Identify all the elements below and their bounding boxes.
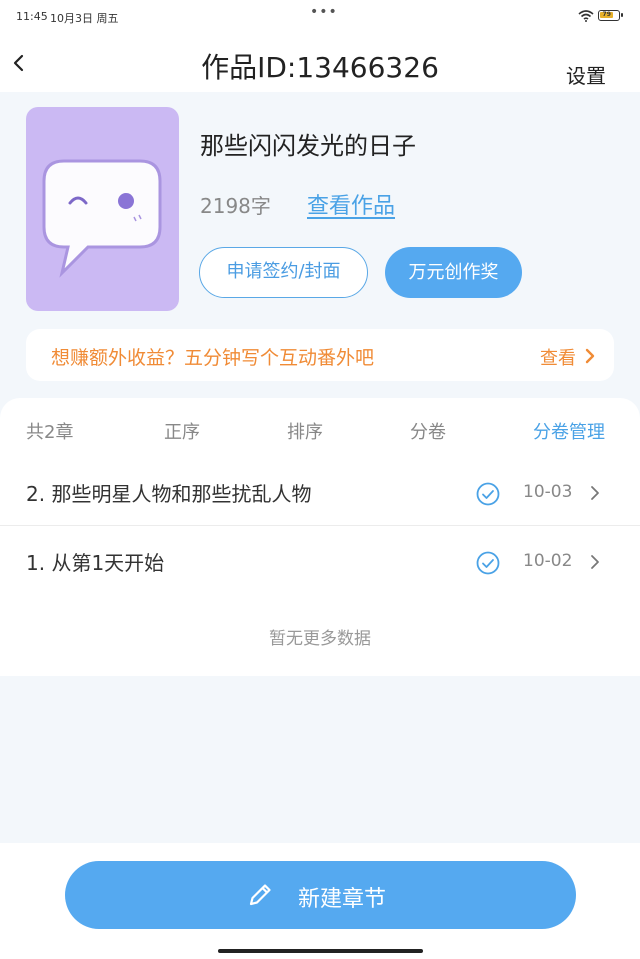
chevron-right-icon: [591, 486, 599, 500]
status-date: 10月3日 周五: [50, 12, 119, 25]
chapter-date: 10-02: [523, 551, 573, 571]
chat-bubble-icon: [42, 159, 162, 278]
status-time: 11:45: [16, 10, 48, 23]
battery-icon: 79: [598, 10, 623, 21]
chapter-title: 1. 从第1天开始: [26, 551, 165, 575]
creation-award-button[interactable]: 万元创作奖: [385, 247, 522, 298]
promo-view-label[interactable]: 查看: [540, 344, 576, 370]
chapter-date: 10-03: [523, 482, 573, 502]
tab-volume[interactable]: 分卷: [410, 418, 446, 444]
new-chapter-button[interactable]: 新建章节: [65, 861, 576, 929]
page-title: 作品ID:13466326: [201, 51, 439, 84]
chapter-panel: 共2章 正序 排序 分卷 分卷管理 2. 那些明星人物和那些扰乱人物 10-03…: [0, 398, 640, 676]
work-title: 那些闪闪发光的日子: [200, 132, 416, 160]
view-work-link[interactable]: 查看作品: [307, 188, 395, 220]
home-indicator[interactable]: [218, 949, 423, 953]
header: 作品ID:13466326 设置: [0, 34, 640, 92]
chapter-row[interactable]: 2. 那些明星人物和那些扰乱人物 10-03: [0, 460, 640, 526]
tab-ascending-order[interactable]: 正序: [164, 418, 200, 444]
check-circle-icon: [476, 551, 500, 575]
battery-level: 79: [600, 12, 614, 18]
more-dots-icon: •••: [310, 4, 338, 20]
new-chapter-label: 新建章节: [298, 887, 387, 912]
chapter-title: 2. 那些明星人物和那些扰乱人物: [26, 482, 312, 506]
bottom-bar: 新建章节: [0, 843, 640, 959]
chevron-right-icon: [585, 348, 595, 364]
no-more-data-text: 暂无更多数据: [269, 629, 371, 649]
tab-volume-management[interactable]: 分卷管理: [533, 418, 605, 444]
chapter-count: 共2章: [26, 422, 74, 443]
promo-text: 想赚额外收益？五分钟写个互动番外吧: [51, 347, 375, 369]
tab-sort[interactable]: 排序: [287, 418, 323, 444]
chapter-row[interactable]: 1. 从第1天开始 10-02: [0, 529, 640, 595]
check-circle-icon: [476, 482, 500, 506]
settings-button[interactable]: 设置: [566, 60, 606, 89]
work-cover[interactable]: [26, 107, 179, 311]
wifi-icon: [578, 10, 594, 22]
word-count: 2198字: [200, 194, 271, 218]
pencil-icon: [249, 884, 271, 906]
apply-contract-cover-button[interactable]: 申请签约/封面: [199, 247, 368, 298]
status-bar: 11:45 10月3日 周五 ••• 79: [0, 0, 640, 34]
chevron-right-icon: [591, 555, 599, 569]
promo-banner[interactable]: 想赚额外收益？五分钟写个互动番外吧 查看: [26, 329, 614, 381]
